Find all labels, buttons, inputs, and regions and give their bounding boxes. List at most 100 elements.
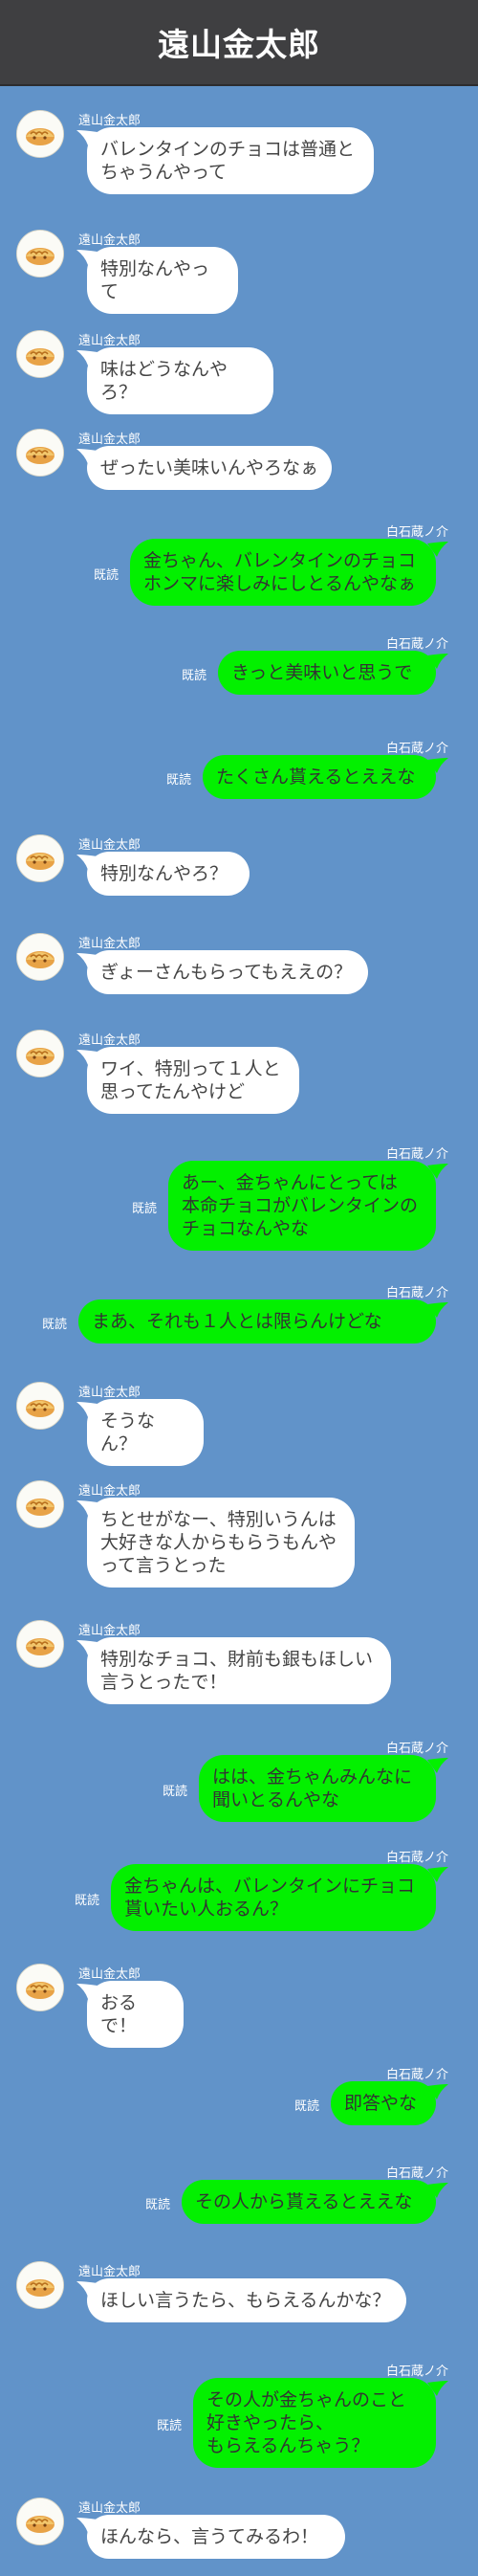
bubble-tail xyxy=(76,1984,98,1999)
message-text: バレンタインのチョコは普通と ちゃうんやって xyxy=(100,139,356,183)
sender-name: 遠山金太郎 xyxy=(78,2265,141,2279)
bubble-tail xyxy=(76,1500,98,1516)
avatar[interactable] xyxy=(16,429,64,477)
avatar[interactable] xyxy=(16,110,64,158)
outgoing-message-bubble[interactable]: 即答やな xyxy=(331,2081,448,2125)
incoming-message-bubble[interactable]: 味はどうなんやろ？ xyxy=(76,347,273,414)
message-text: 金ちゃんは、バレンタインにチョコ 貰いたい人おるん？ xyxy=(124,1876,416,1920)
sender-name: 遠山金太郎 xyxy=(78,1484,141,1499)
sender-name: 遠山金太郎 xyxy=(78,334,141,348)
message-text: ぜったい美味いんやろなぁ xyxy=(100,457,319,478)
outgoing-message-bubble[interactable]: きっと美味いと思うで xyxy=(218,651,448,695)
avatar[interactable] xyxy=(16,2261,64,2309)
incoming-message-bubble[interactable]: ぎょーさんもらってもええの？ xyxy=(76,950,368,994)
sender-name: 白石蔵ノ介 xyxy=(385,2365,448,2379)
message-text: 特別なんやろ？ xyxy=(100,863,228,884)
avatar[interactable] xyxy=(16,1964,64,2011)
bubble-tail xyxy=(76,953,98,968)
message-text: ぎょーさんもらってもええの？ xyxy=(100,962,353,983)
message-text: その人から貰えるとええな xyxy=(195,2191,413,2212)
read-receipt: 既読 xyxy=(156,2419,182,2433)
message-text: はは、金ちゃんみんなに 聞いとるんやな xyxy=(212,1766,413,1810)
message-text: その人が金ちゃんのこと 好きやったら、 もらえるんちゃう？ xyxy=(206,2389,407,2456)
incoming-message-bubble[interactable]: ちとせがなー、特別いうんは 大好きな人からもらうもんや って言うとった xyxy=(76,1498,355,1588)
incoming-message-bubble[interactable]: ぜったい美味いんやろなぁ xyxy=(76,446,332,490)
message-text: きっと美味いと思うで xyxy=(231,662,413,683)
read-receipt: 既読 xyxy=(293,2099,319,2114)
avatar[interactable] xyxy=(16,1382,64,1430)
read-receipt: 既読 xyxy=(144,2198,170,2212)
sender-name: 遠山金太郎 xyxy=(78,2501,141,2516)
message-text: ほんなら、言うてみるわ！ xyxy=(100,2526,319,2547)
message-text: 即答やな xyxy=(344,2093,418,2114)
avatar[interactable] xyxy=(16,834,64,882)
avatar[interactable] xyxy=(16,2498,64,2545)
read-receipt: 既読 xyxy=(131,1202,157,1216)
bubble-tail xyxy=(76,449,98,464)
sender-name: 白石蔵ノ介 xyxy=(385,1286,448,1300)
bubble-tail xyxy=(427,1867,448,1882)
bubble-tail xyxy=(76,855,98,870)
outgoing-message-bubble[interactable]: 金ちゃん、バレンタインのチョコ ホンマに楽しみにしとるんやなぁ xyxy=(130,539,448,606)
bubble-tail xyxy=(76,350,98,366)
sender-name: 白石蔵ノ介 xyxy=(385,742,448,756)
incoming-message-bubble[interactable]: ほんなら、言うてみるわ！ xyxy=(76,2515,345,2559)
bubble-tail xyxy=(427,654,448,669)
outgoing-message-bubble[interactable]: 金ちゃんは、バレンタインにチョコ 貰いたい人おるん？ xyxy=(111,1864,448,1931)
bubble-tail xyxy=(76,130,98,145)
bubble-tail xyxy=(76,1050,98,1065)
outgoing-message-bubble[interactable]: まあ、それも１人とは限らんけどな xyxy=(78,1299,448,1344)
sender-name: 遠山金太郎 xyxy=(78,114,141,128)
sender-name: 遠山金太郎 xyxy=(78,937,141,951)
message-text: 味はどうなんやろ？ xyxy=(100,359,228,403)
message-text: ちとせがなー、特別いうんは 大好きな人からもらうもんや って言うとった xyxy=(100,1509,337,1576)
bubble-tail xyxy=(427,2183,448,2198)
sender-name: 白石蔵ノ介 xyxy=(385,1742,448,1756)
sender-name: 遠山金太郎 xyxy=(78,433,141,447)
outgoing-message-bubble[interactable]: たくさん貰えるとええな xyxy=(203,755,448,799)
bubble-tail xyxy=(427,1164,448,1179)
avatar[interactable] xyxy=(16,933,64,981)
outgoing-message-bubble[interactable]: その人から貰えるとええな xyxy=(182,2180,448,2224)
read-receipt: 既読 xyxy=(74,1894,99,1908)
bubble-tail xyxy=(76,1640,98,1655)
incoming-message-bubble[interactable]: バレンタインのチョコは普通と ちゃうんやって xyxy=(76,127,374,194)
sender-name: 遠山金太郎 xyxy=(78,233,141,248)
sender-name: 遠山金太郎 xyxy=(78,1033,141,1048)
bubble-tail xyxy=(76,250,98,265)
bubble-tail xyxy=(427,542,448,557)
avatar[interactable] xyxy=(16,1620,64,1668)
sender-name: 白石蔵ノ介 xyxy=(385,525,448,540)
incoming-message-bubble[interactable]: おるで！ xyxy=(76,1981,184,2048)
chat-title: 遠山金太郎 xyxy=(158,26,320,63)
incoming-message-bubble[interactable]: 特別なんやろ？ xyxy=(76,852,250,896)
sender-name: 遠山金太郎 xyxy=(78,838,141,853)
sender-name: 遠山金太郎 xyxy=(78,1386,141,1400)
message-text: 特別なんやって xyxy=(100,258,210,302)
message-text: たくさん貰えるとええな xyxy=(216,766,416,788)
sender-name: 白石蔵ノ介 xyxy=(385,2068,448,2082)
incoming-message-bubble[interactable]: 特別なんやって xyxy=(76,247,238,314)
avatar[interactable] xyxy=(16,230,64,278)
bubble-tail xyxy=(76,2518,98,2533)
outgoing-message-bubble[interactable]: はは、金ちゃんみんなに 聞いとるんやな xyxy=(199,1755,448,1822)
incoming-message-bubble[interactable]: ほしい言うたら、もらえるんかな？ xyxy=(76,2278,406,2322)
message-text: まあ、それも１人とは限らんけどな xyxy=(92,1311,382,1332)
avatar[interactable] xyxy=(16,330,64,378)
message-text: あー、金ちゃんにとっては 本命チョコがバレンタインの チョコなんやな xyxy=(182,1172,419,1239)
bubble-tail xyxy=(427,2381,448,2396)
sender-name: 遠山金太郎 xyxy=(78,1967,141,1982)
avatar[interactable] xyxy=(16,1480,64,1528)
outgoing-message-bubble[interactable]: その人が金ちゃんのこと 好きやったら、 もらえるんちゃう？ xyxy=(193,2378,448,2468)
message-text: 金ちゃん、バレンタインのチョコ ホンマに楽しみにしとるんやなぁ xyxy=(143,550,417,594)
avatar[interactable] xyxy=(16,1030,64,1077)
message-text: ほしい言うたら、もらえるんかな？ xyxy=(100,2290,391,2311)
incoming-message-bubble[interactable]: そうなん？ xyxy=(76,1399,204,1466)
outgoing-message-bubble[interactable]: あー、金ちゃんにとっては 本命チョコがバレンタインの チョコなんやな xyxy=(168,1161,448,1251)
bubble-tail xyxy=(427,2084,448,2099)
incoming-message-bubble[interactable]: ワイ、特別って１人と 思ってたんやけど xyxy=(76,1047,299,1114)
sender-name: 遠山金太郎 xyxy=(78,1624,141,1638)
bubble-tail xyxy=(427,1758,448,1773)
sender-name: 白石蔵ノ介 xyxy=(385,2166,448,2181)
incoming-message-bubble[interactable]: 特別なチョコ、財前も銀もほしい 言うとったで！ xyxy=(76,1637,391,1704)
